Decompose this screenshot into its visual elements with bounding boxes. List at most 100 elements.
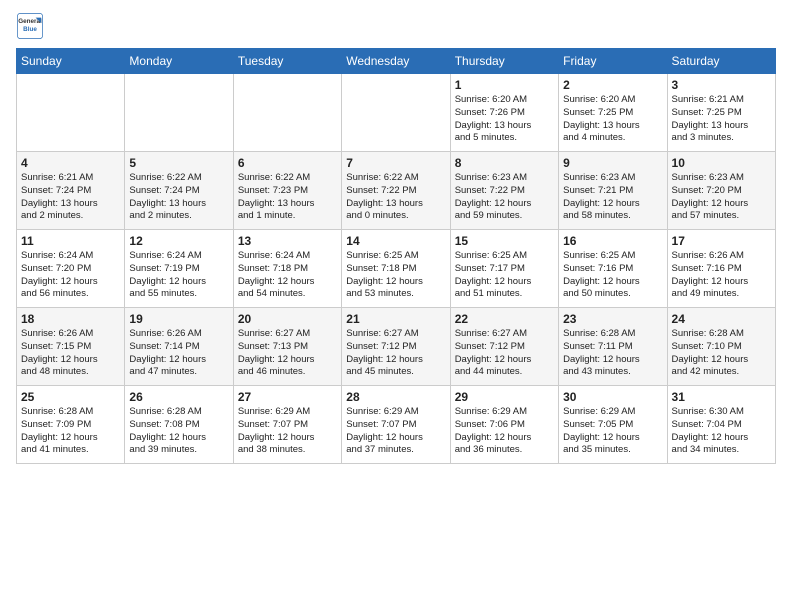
calendar-cell: 5 Sunrise: 6:22 AM Sunset: 7:24 PM Daylig… — [125, 152, 233, 230]
day-info: Sunrise: 6:28 AM Sunset: 7:09 PM Dayligh… — [21, 406, 120, 457]
col-header-saturday: Saturday — [667, 49, 775, 74]
day-info: Sunrise: 6:24 AM Sunset: 7:19 PM Dayligh… — [129, 250, 228, 301]
day-info: Sunrise: 6:24 AM Sunset: 7:18 PM Dayligh… — [238, 250, 337, 301]
day-info: Sunrise: 6:28 AM Sunset: 7:11 PM Dayligh… — [563, 328, 662, 379]
calendar-cell: 2 Sunrise: 6:20 AM Sunset: 7:25 PM Daylig… — [559, 74, 667, 152]
day-number: 31 — [672, 390, 771, 404]
calendar-cell: 17 Sunrise: 6:26 AM Sunset: 7:16 PM Dayli… — [667, 230, 775, 308]
calendar-cell: 11Sunrise: 6:24 AM Sunset: 7:20 PM Dayli… — [17, 230, 125, 308]
calendar-cell: 29 Sunrise: 6:29 AM Sunset: 7:06 PM Dayli… — [450, 386, 558, 464]
logo: General Blue — [16, 12, 44, 40]
calendar-cell: 16Sunrise: 6:25 AM Sunset: 7:16 PM Dayli… — [559, 230, 667, 308]
page: General Blue SundayMondayTuesdayWednesda… — [0, 0, 792, 612]
calendar-cell: 15Sunrise: 6:25 AM Sunset: 7:17 PM Dayli… — [450, 230, 558, 308]
day-info: Sunrise: 6:22 AM Sunset: 7:24 PM Dayligh… — [129, 172, 228, 223]
calendar-week-1: 1 Sunrise: 6:20 AM Sunset: 7:26 PM Daylig… — [17, 74, 776, 152]
day-info: Sunrise: 6:21 AM Sunset: 7:24 PM Dayligh… — [21, 172, 120, 223]
day-number: 27 — [238, 390, 337, 404]
calendar-cell — [233, 74, 341, 152]
calendar-cell: 8 Sunrise: 6:23 AM Sunset: 7:22 PM Daylig… — [450, 152, 558, 230]
calendar-cell: 20 Sunrise: 6:27 AM Sunset: 7:13 PM Dayli… — [233, 308, 341, 386]
day-number: 2 — [563, 78, 662, 92]
calendar-cell: 12 Sunrise: 6:24 AM Sunset: 7:19 PM Dayli… — [125, 230, 233, 308]
day-info: Sunrise: 6:29 AM Sunset: 7:06 PM Dayligh… — [455, 406, 554, 457]
day-number: 11 — [21, 234, 120, 248]
logo-icon: General Blue — [16, 12, 44, 40]
col-header-wednesday: Wednesday — [342, 49, 450, 74]
calendar-cell: 22 Sunrise: 6:27 AM Sunset: 7:12 PM Dayli… — [450, 308, 558, 386]
calendar-cell: 10Sunrise: 6:23 AM Sunset: 7:20 PM Dayli… — [667, 152, 775, 230]
day-number: 22 — [455, 312, 554, 326]
calendar-cell — [125, 74, 233, 152]
day-number: 14 — [346, 234, 445, 248]
day-info: Sunrise: 6:29 AM Sunset: 7:07 PM Dayligh… — [238, 406, 337, 457]
calendar-cell: 13 Sunrise: 6:24 AM Sunset: 7:18 PM Dayli… — [233, 230, 341, 308]
day-info: Sunrise: 6:27 AM Sunset: 7:12 PM Dayligh… — [455, 328, 554, 379]
calendar-week-2: 4Sunrise: 6:21 AM Sunset: 7:24 PM Daylig… — [17, 152, 776, 230]
day-info: Sunrise: 6:20 AM Sunset: 7:26 PM Dayligh… — [455, 94, 554, 145]
day-number: 29 — [455, 390, 554, 404]
day-info: Sunrise: 6:23 AM Sunset: 7:21 PM Dayligh… — [563, 172, 662, 223]
day-info: Sunrise: 6:28 AM Sunset: 7:10 PM Dayligh… — [672, 328, 771, 379]
day-info: Sunrise: 6:25 AM Sunset: 7:18 PM Dayligh… — [346, 250, 445, 301]
col-header-friday: Friday — [559, 49, 667, 74]
day-number: 18 — [21, 312, 120, 326]
col-header-monday: Monday — [125, 49, 233, 74]
day-number: 5 — [129, 156, 228, 170]
calendar-cell: 21 Sunrise: 6:27 AM Sunset: 7:12 PM Dayli… — [342, 308, 450, 386]
day-number: 21 — [346, 312, 445, 326]
day-number: 23 — [563, 312, 662, 326]
day-info: Sunrise: 6:26 AM Sunset: 7:14 PM Dayligh… — [129, 328, 228, 379]
day-info: Sunrise: 6:30 AM Sunset: 7:04 PM Dayligh… — [672, 406, 771, 457]
day-number: 15 — [455, 234, 554, 248]
day-number: 26 — [129, 390, 228, 404]
calendar-cell — [342, 74, 450, 152]
day-info: Sunrise: 6:28 AM Sunset: 7:08 PM Dayligh… — [129, 406, 228, 457]
day-info: Sunrise: 6:26 AM Sunset: 7:16 PM Dayligh… — [672, 250, 771, 301]
day-info: Sunrise: 6:29 AM Sunset: 7:05 PM Dayligh… — [563, 406, 662, 457]
calendar-cell: 14 Sunrise: 6:25 AM Sunset: 7:18 PM Dayli… — [342, 230, 450, 308]
calendar-cell: 9 Sunrise: 6:23 AM Sunset: 7:21 PM Daylig… — [559, 152, 667, 230]
day-number: 9 — [563, 156, 662, 170]
day-number: 12 — [129, 234, 228, 248]
day-info: Sunrise: 6:27 AM Sunset: 7:12 PM Dayligh… — [346, 328, 445, 379]
calendar-cell: 18 Sunrise: 6:26 AM Sunset: 7:15 PM Dayli… — [17, 308, 125, 386]
day-number: 17 — [672, 234, 771, 248]
svg-text:Blue: Blue — [23, 26, 37, 33]
day-info: Sunrise: 6:23 AM Sunset: 7:20 PM Dayligh… — [672, 172, 771, 223]
day-info: Sunrise: 6:27 AM Sunset: 7:13 PM Dayligh… — [238, 328, 337, 379]
col-header-thursday: Thursday — [450, 49, 558, 74]
day-number: 28 — [346, 390, 445, 404]
day-info: Sunrise: 6:26 AM Sunset: 7:15 PM Dayligh… — [21, 328, 120, 379]
calendar-week-5: 25Sunrise: 6:28 AM Sunset: 7:09 PM Dayli… — [17, 386, 776, 464]
day-number: 19 — [129, 312, 228, 326]
calendar-cell: 4Sunrise: 6:21 AM Sunset: 7:24 PM Daylig… — [17, 152, 125, 230]
calendar-cell: 24 Sunrise: 6:28 AM Sunset: 7:10 PM Dayli… — [667, 308, 775, 386]
day-info: Sunrise: 6:23 AM Sunset: 7:22 PM Dayligh… — [455, 172, 554, 223]
day-number: 3 — [672, 78, 771, 92]
day-number: 7 — [346, 156, 445, 170]
day-number: 20 — [238, 312, 337, 326]
day-info: Sunrise: 6:22 AM Sunset: 7:22 PM Dayligh… — [346, 172, 445, 223]
calendar-cell: 1 Sunrise: 6:20 AM Sunset: 7:26 PM Daylig… — [450, 74, 558, 152]
day-number: 6 — [238, 156, 337, 170]
day-info: Sunrise: 6:20 AM Sunset: 7:25 PM Dayligh… — [563, 94, 662, 145]
calendar-cell: 3 Sunrise: 6:21 AM Sunset: 7:25 PM Daylig… — [667, 74, 775, 152]
calendar-header-row: SundayMondayTuesdayWednesdayThursdayFrid… — [17, 49, 776, 74]
day-number: 24 — [672, 312, 771, 326]
day-info: Sunrise: 6:25 AM Sunset: 7:16 PM Dayligh… — [563, 250, 662, 301]
calendar-cell: 27 Sunrise: 6:29 AM Sunset: 7:07 PM Dayli… — [233, 386, 341, 464]
day-number: 1 — [455, 78, 554, 92]
calendar-cell: 25Sunrise: 6:28 AM Sunset: 7:09 PM Dayli… — [17, 386, 125, 464]
calendar-table: SundayMondayTuesdayWednesdayThursdayFrid… — [16, 48, 776, 464]
day-info: Sunrise: 6:29 AM Sunset: 7:07 PM Dayligh… — [346, 406, 445, 457]
calendar-week-3: 11Sunrise: 6:24 AM Sunset: 7:20 PM Dayli… — [17, 230, 776, 308]
day-number: 13 — [238, 234, 337, 248]
calendar-cell — [17, 74, 125, 152]
day-number: 8 — [455, 156, 554, 170]
calendar-cell: 26 Sunrise: 6:28 AM Sunset: 7:08 PM Dayli… — [125, 386, 233, 464]
col-header-sunday: Sunday — [17, 49, 125, 74]
day-info: Sunrise: 6:21 AM Sunset: 7:25 PM Dayligh… — [672, 94, 771, 145]
col-header-tuesday: Tuesday — [233, 49, 341, 74]
calendar-cell: 31 Sunrise: 6:30 AM Sunset: 7:04 PM Dayli… — [667, 386, 775, 464]
